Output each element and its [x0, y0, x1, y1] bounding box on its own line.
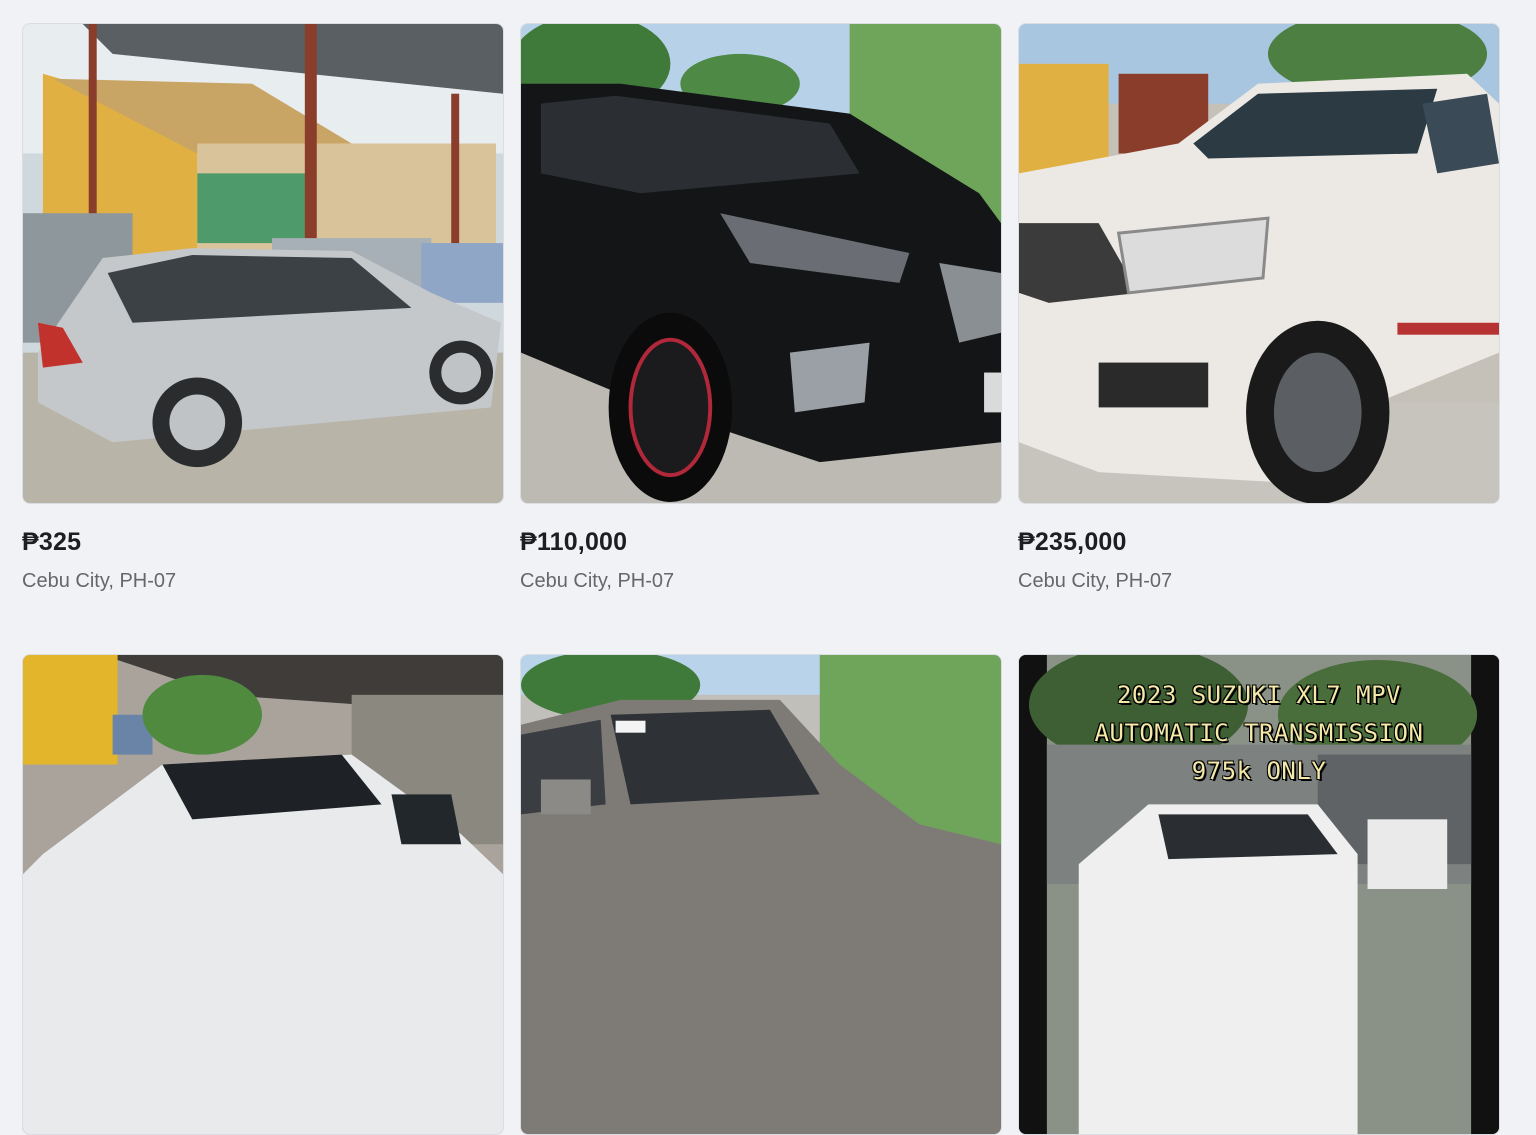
listing-photo[interactable]: [1018, 23, 1500, 504]
listing-location: Cebu City, PH-07: [22, 570, 177, 592]
marketplace-listing-grid: ₱325 Cebu City, PH-07 ₱110,000 Cebu City…: [22, 23, 1500, 1135]
listing-photo[interactable]: [520, 654, 1002, 1135]
listing-card[interactable]: [520, 654, 1002, 1135]
white-pickup-photo: [1019, 24, 1499, 503]
listing-photo[interactable]: [22, 654, 504, 1135]
silver-sedan-photo: [23, 24, 503, 503]
listing-price: ₱325: [22, 528, 82, 556]
listing-card[interactable]: ₱325 Cebu City, PH-07: [22, 23, 504, 654]
listing-overlay-line-2: AUTOMATIC TRANSMISSION: [1094, 719, 1424, 747]
white-sedan-photo: [23, 655, 503, 1134]
gray-pickup-photo: [521, 655, 1001, 1134]
listing-card[interactable]: ₱235,000 Cebu City, PH-07: [1018, 23, 1500, 654]
listing-overlay-line-3: 975k ONLY: [1191, 757, 1327, 785]
listing-photo[interactable]: [22, 23, 504, 504]
listing-card[interactable]: 2023 SUZUKI XL7 MPV AUTOMATIC TRANSMISSI…: [1018, 654, 1500, 1135]
listing-photo[interactable]: 2023 SUZUKI XL7 MPV AUTOMATIC TRANSMISSI…: [1018, 654, 1500, 1135]
black-suv-photo: [521, 24, 1001, 503]
listing-photo[interactable]: [520, 23, 1002, 504]
listing-price: ₱235,000: [1018, 528, 1127, 556]
listing-location: Cebu City, PH-07: [1018, 570, 1173, 592]
listing-overlay-line-1: 2023 SUZUKI XL7 MPV: [1116, 681, 1402, 709]
listing-price: ₱110,000: [520, 528, 628, 556]
listing-card[interactable]: ₱110,000 Cebu City, PH-07: [520, 23, 1002, 654]
listing-location: Cebu City, PH-07: [520, 570, 675, 592]
listing-card[interactable]: [22, 654, 504, 1135]
